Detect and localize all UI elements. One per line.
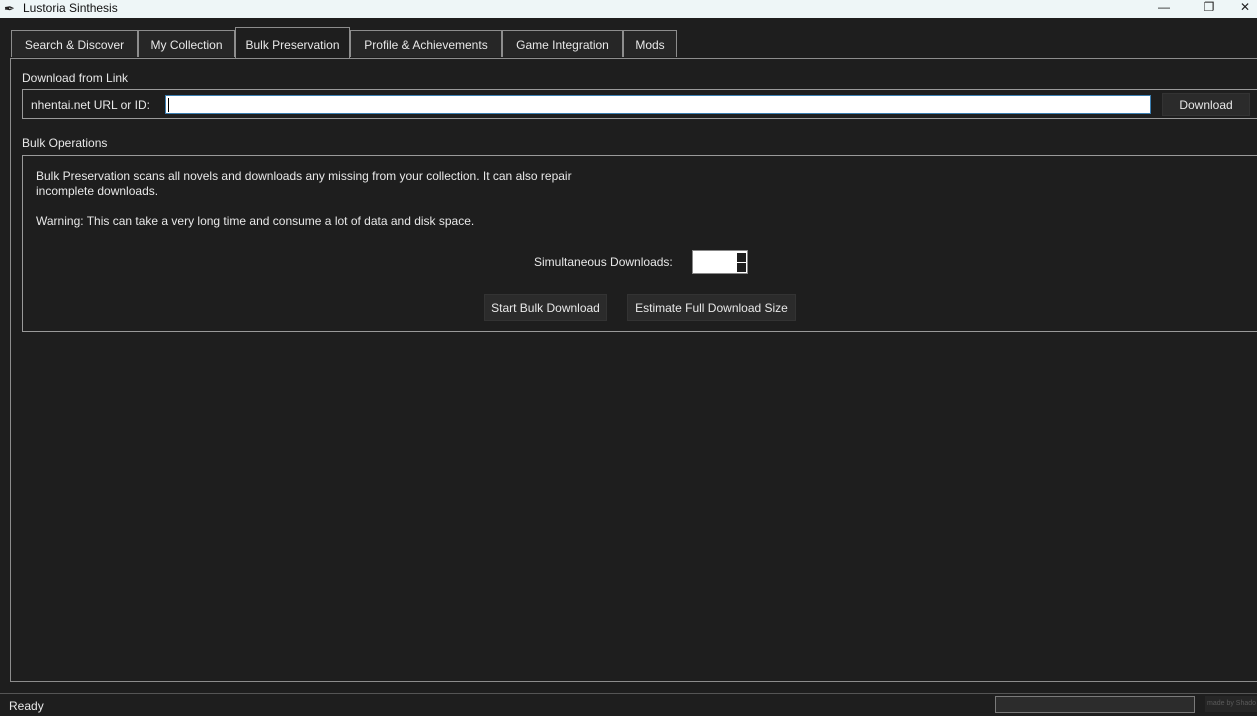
download-section-title: Download from Link xyxy=(22,71,129,85)
spin-up-icon[interactable] xyxy=(737,253,746,262)
window-title: Lustoria Sinthesis xyxy=(23,1,118,15)
url-label: nhentai.net URL or ID: xyxy=(31,98,150,112)
url-input[interactable] xyxy=(165,95,1151,114)
status-progress-bar xyxy=(995,696,1195,713)
simultaneous-downloads-spinbox[interactable] xyxy=(692,250,748,274)
bulk-section-title: Bulk Operations xyxy=(22,136,108,150)
tab-panel xyxy=(10,58,1257,682)
bulk-description-line2: incomplete downloads. xyxy=(36,184,159,198)
title-bar: ✒ Lustoria Sinthesis — ❐ ✕ xyxy=(0,0,1257,18)
start-bulk-download-button[interactable]: Start Bulk Download xyxy=(484,294,607,321)
spin-down-icon[interactable] xyxy=(737,263,746,272)
bulk-description-line1: Bulk Preservation scans all novels and d… xyxy=(36,169,572,183)
bulk-warning: Warning: This can take a very long time … xyxy=(36,214,475,228)
simultaneous-downloads-label: Simultaneous Downloads: xyxy=(534,255,673,269)
made-by-label: made by Shado xyxy=(1205,696,1257,712)
tab-mods[interactable]: Mods xyxy=(623,30,677,57)
tab-search-discover[interactable]: Search & Discover xyxy=(11,30,138,57)
estimate-download-size-button[interactable]: Estimate Full Download Size xyxy=(627,294,796,321)
status-text: Ready xyxy=(9,699,44,713)
tab-bulk-preservation[interactable]: Bulk Preservation xyxy=(235,27,350,58)
maximize-button[interactable]: ❐ xyxy=(1194,0,1224,18)
minimize-button[interactable]: — xyxy=(1149,0,1179,18)
quill-icon: ✒ xyxy=(4,1,15,16)
text-caret xyxy=(168,98,169,112)
download-button[interactable]: Download xyxy=(1162,93,1250,116)
tab-profile-achievements[interactable]: Profile & Achievements xyxy=(350,30,502,57)
close-button[interactable]: ✕ xyxy=(1240,0,1257,18)
tab-my-collection[interactable]: My Collection xyxy=(138,30,235,57)
tab-game-integration[interactable]: Game Integration xyxy=(502,30,623,57)
